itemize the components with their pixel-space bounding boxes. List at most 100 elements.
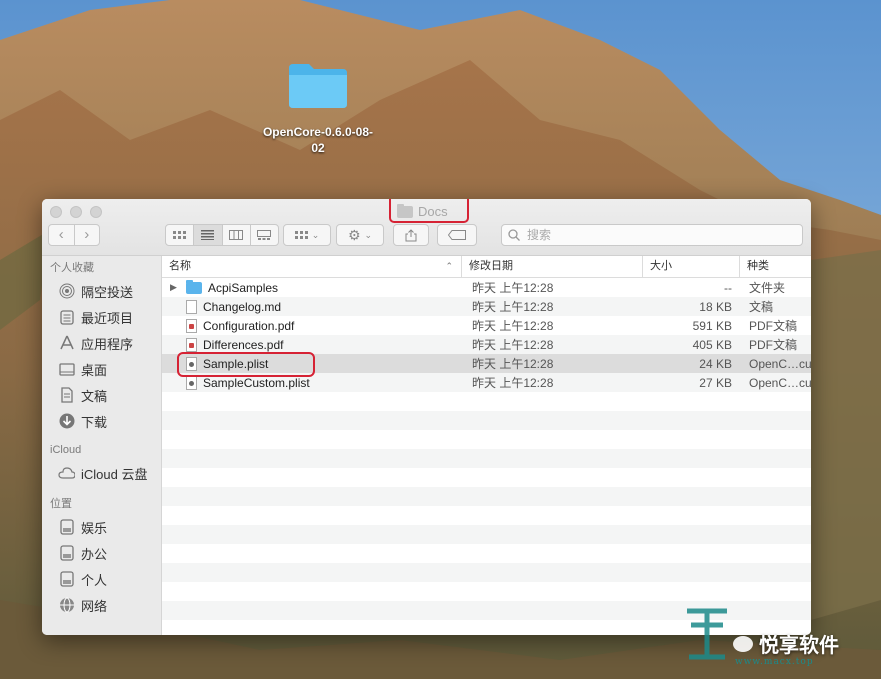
recents-icon — [58, 309, 75, 326]
file-name: Changelog.md — [203, 299, 282, 314]
column-view-button[interactable] — [221, 225, 250, 245]
back-button[interactable]: ‹ — [49, 225, 74, 245]
column-header-kind-label: 种类 — [747, 260, 769, 272]
sidebar-item-downloads[interactable]: 下载 — [42, 408, 161, 434]
column-header-name[interactable]: 名称 ⌃ — [162, 256, 462, 277]
file-date: 昨天 上午12:28 — [472, 300, 554, 314]
pdf-icon — [186, 318, 197, 333]
empty-row — [162, 525, 811, 544]
sidebar-item-label: 桌面 — [81, 362, 108, 378]
share-button[interactable] — [393, 224, 429, 246]
empty-row — [162, 468, 811, 487]
watermark-url: www.macx.top — [735, 657, 814, 667]
empty-row — [162, 487, 811, 506]
columns-icon — [229, 230, 244, 240]
file-rows: ▶ AcpiSamples 昨天 上午12:28 -- 文件夹 Changelog… — [162, 278, 811, 635]
action-menu-button[interactable]: ⚙ ⌄ — [336, 224, 384, 246]
wechat-icon — [733, 635, 753, 652]
empty-row — [162, 544, 811, 563]
gallery-view-button[interactable] — [249, 225, 278, 245]
folder-icon — [186, 279, 202, 294]
tags-button[interactable] — [437, 224, 477, 246]
plist-icon — [186, 375, 197, 390]
file-name: Differences.pdf — [203, 337, 284, 352]
file-kind: PDF文稿 — [749, 319, 798, 333]
forward-button[interactable]: › — [73, 225, 100, 245]
watermark: 悦享软件 www.macx.top — [683, 605, 881, 679]
empty-row — [162, 430, 811, 449]
list-view-button[interactable] — [193, 225, 222, 245]
chevron-down-icon: ⌄ — [311, 229, 320, 240]
sidebar-item-network[interactable]: 网络 — [42, 592, 161, 618]
applications-icon — [58, 335, 75, 352]
file-list-area: 名称 ⌃ 修改日期 大小 种类 ▶ AcpiSamples 昨天 上午12:28 … — [162, 256, 811, 635]
file-row-acpisamples[interactable]: ▶ AcpiSamples 昨天 上午12:28 -- 文件夹 — [162, 278, 811, 297]
file-date: 昨天 上午12:28 — [472, 357, 554, 371]
file-name: SampleCustom.plist — [203, 375, 310, 390]
sidebar-item-icloud-drive[interactable]: iCloud 云盘 — [42, 460, 161, 486]
file-kind: OpenC…cument — [749, 356, 811, 371]
sidebar-header-icloud: iCloud — [50, 444, 82, 456]
file-size: 18 KB — [699, 299, 732, 314]
column-headers: 名称 ⌃ 修改日期 大小 种类 — [162, 256, 811, 278]
gallery-icon — [257, 230, 272, 240]
file-date: 昨天 上午12:28 — [472, 281, 554, 295]
share-icon — [405, 228, 417, 241]
folder-icon — [287, 60, 349, 110]
search-icon — [508, 229, 520, 241]
file-date: 昨天 上午12:28 — [472, 319, 554, 333]
sidebar: 个人收藏 隔空投送 最近项目 应用程序 桌面 文稿 下载 iCloud iClo… — [42, 256, 162, 635]
sidebar-item-applications[interactable]: 应用程序 — [42, 330, 161, 356]
empty-row — [162, 563, 811, 582]
downloads-icon — [58, 413, 75, 430]
column-header-size-label: 大小 — [650, 260, 672, 272]
sidebar-item-documents[interactable]: 文稿 — [42, 382, 161, 408]
list-icon — [201, 230, 215, 240]
sidebar-item-label: 网络 — [81, 598, 108, 614]
disk-icon — [58, 571, 75, 588]
desktop-folder-opencore[interactable]: OpenCore-0.6.0-08-02 — [258, 60, 378, 156]
file-size: 591 KB — [692, 318, 732, 333]
pdf-icon — [186, 337, 197, 352]
zoom-button[interactable] — [90, 206, 102, 218]
sidebar-item-airdrop[interactable]: 隔空投送 — [42, 278, 161, 304]
empty-row — [162, 392, 811, 411]
file-size: 24 KB — [699, 356, 732, 371]
sidebar-item-label: 个人 — [81, 572, 108, 588]
sidebar-item-label: 应用程序 — [81, 336, 134, 352]
column-header-date[interactable]: 修改日期 — [462, 256, 643, 277]
watermark-text: 悦享软件 — [733, 629, 839, 658]
grid-icon — [294, 230, 308, 239]
sidebar-header-favorites: 个人收藏 — [50, 262, 94, 274]
sidebar-item-recents[interactable]: 最近项目 — [42, 304, 161, 330]
sidebar-item-label: 办公 — [81, 546, 108, 562]
window-controls — [50, 206, 102, 218]
tag-icon — [448, 230, 466, 240]
chevron-down-icon: ⌄ — [364, 229, 373, 240]
gear-icon: ⚙ — [347, 226, 361, 243]
minimize-button[interactable] — [70, 206, 82, 218]
search-field[interactable] — [501, 224, 803, 246]
sort-ascending-icon: ⌃ — [445, 261, 453, 271]
grid-icon — [173, 230, 187, 239]
file-row-changelog[interactable]: Changelog.md 昨天 上午12:28 18 KB 文稿 — [162, 297, 811, 316]
file-row-configuration[interactable]: Configuration.pdf 昨天 上午12:28 591 KB PDF文… — [162, 316, 811, 335]
cloud-icon — [58, 465, 75, 482]
empty-row — [162, 411, 811, 430]
sidebar-item-disk-personal[interactable]: 个人 — [42, 566, 161, 592]
file-kind: PDF文稿 — [749, 338, 798, 352]
column-header-date-label: 修改日期 — [469, 260, 513, 272]
empty-row — [162, 582, 811, 601]
icon-view-button[interactable] — [166, 225, 193, 245]
sidebar-item-desktop[interactable]: 桌面 — [42, 356, 161, 382]
column-header-kind[interactable]: 种类 — [740, 256, 811, 277]
disclosure-triangle-icon[interactable]: ▶ — [170, 282, 180, 293]
group-menu-button[interactable]: ⌄ — [283, 224, 331, 246]
column-header-size[interactable]: 大小 — [643, 256, 740, 277]
sidebar-item-disk-office[interactable]: 办公 — [42, 540, 161, 566]
search-input[interactable] — [525, 227, 779, 243]
empty-row — [162, 449, 811, 468]
close-button[interactable] — [50, 206, 62, 218]
sidebar-item-disk-entertainment[interactable]: 娱乐 — [42, 514, 161, 540]
sidebar-item-label: 文稿 — [81, 388, 108, 404]
